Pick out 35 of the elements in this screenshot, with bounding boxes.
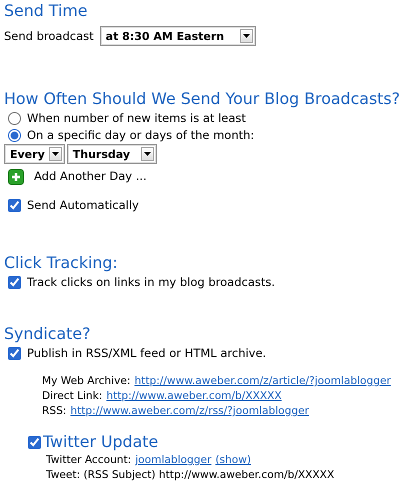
checkbox[interactable] xyxy=(28,436,41,448)
section-heading: Send Time xyxy=(4,0,88,22)
radio-label: When number of new items is at least xyxy=(27,110,246,127)
dropdown[interactable]: at 8:30 AM Eastern xyxy=(100,26,256,46)
checkbox-label: Send Automatically xyxy=(27,197,139,214)
add-day-link[interactable]: Add Another Day ... xyxy=(34,168,147,185)
tweet-text: Tweet: (RSS Subject) http://www.aweber.com/b/XXXXX xyxy=(46,468,336,482)
section-heading: Click Tracking: xyxy=(4,252,119,274)
checkbox-label: Track clicks on links in my blog broadcasts. xyxy=(27,274,276,291)
radio-button[interactable] xyxy=(8,112,21,125)
field-label: Send broadcast xyxy=(4,28,94,44)
link-label: Direct Link: xyxy=(42,389,102,404)
caret-icon xyxy=(240,29,254,43)
link-label: My Web Archive: xyxy=(42,374,130,389)
url-link[interactable]: http://www.aweber.com/b/XXXXX xyxy=(106,389,282,404)
dropdown[interactable]: Every xyxy=(4,144,65,164)
url-link[interactable]: http://www.aweber.com/z/article/?joomlablogger xyxy=(134,374,391,389)
radio-label: On a specific day or days of the month: xyxy=(27,127,254,144)
field-label: Twitter Account: xyxy=(46,453,132,468)
section-heading: Syndicate? xyxy=(4,323,92,345)
section-heading: How Often Should We Send Your Blog Broadcasts? xyxy=(4,88,401,110)
checkbox-label: Publish in RSS/XML feed or HTML archive. xyxy=(27,345,266,362)
url-link[interactable]: http://www.aweber.com/z/rss/?joomlablogger xyxy=(70,404,309,419)
account-link[interactable]: joomlablogger xyxy=(135,453,212,468)
dropdown[interactable]: Thursday xyxy=(66,144,157,164)
checkbox[interactable] xyxy=(8,276,21,289)
add-icon[interactable] xyxy=(8,168,24,184)
checkbox[interactable] xyxy=(8,347,21,360)
link-label: RSS: xyxy=(42,404,66,419)
radio-button[interactable] xyxy=(8,129,21,142)
twitter-heading: Twitter Update xyxy=(43,431,158,453)
caret-icon xyxy=(48,147,62,161)
caret-icon xyxy=(140,147,154,161)
checkbox[interactable] xyxy=(8,199,21,212)
show-link[interactable]: (show) xyxy=(215,453,252,468)
